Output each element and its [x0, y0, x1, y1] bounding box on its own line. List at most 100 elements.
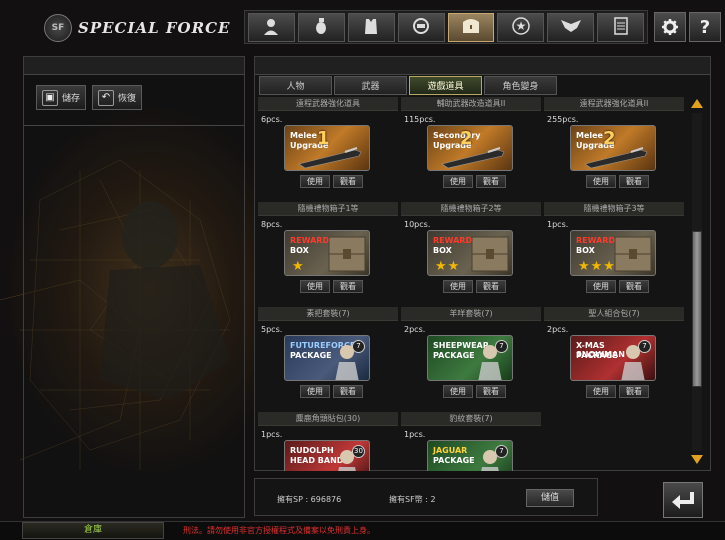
use-button[interactable]: 使用 [586, 385, 616, 398]
category-toolbar: ★ [244, 10, 648, 44]
divider [24, 125, 244, 126]
use-button[interactable]: 使用 [586, 280, 616, 293]
item-count: 5pcs. [261, 325, 283, 334]
item-image[interactable]: JAGUAR PACKAGE 7 [427, 440, 513, 471]
document-icon [612, 16, 630, 39]
inventory-item: 隨機禮物箱子1等 8pcs. REWARD BOX ★ 使用 觀看 [258, 202, 398, 306]
item-image[interactable]: REWARD BOX ★★★ [570, 230, 656, 276]
item-count: 1pcs. [547, 220, 569, 229]
weapon-icon [298, 147, 362, 169]
item-image[interactable]: Melee Upgrade 2 [570, 125, 656, 171]
settings-button[interactable] [654, 12, 686, 42]
item-count: 115pcs. [404, 115, 436, 124]
use-button[interactable]: 使用 [300, 175, 330, 188]
view-button[interactable]: 觀看 [476, 385, 506, 398]
toolbar-button-badge[interactable] [397, 13, 445, 42]
item-image[interactable]: Melee Upgrade 1 [284, 125, 370, 171]
grenade-icon [311, 16, 331, 39]
weapon-icon [441, 147, 505, 169]
view-button[interactable]: 觀看 [476, 280, 506, 293]
save-button[interactable]: ▣ 儲存 [36, 85, 87, 110]
item-title: 遠程武器強化道具II [544, 97, 684, 111]
tab-3[interactable]: 角色變身 [484, 76, 557, 95]
toolbar-button-soldier[interactable] [248, 13, 295, 42]
item-title: 輔助武器改造道具II [401, 97, 541, 111]
toolbar-button-chest[interactable] [447, 13, 495, 42]
character-icon [621, 345, 645, 380]
logo-text: SPECIAL FORCE [78, 19, 231, 37]
use-button[interactable]: 使用 [300, 280, 330, 293]
use-button[interactable]: 使用 [443, 385, 473, 398]
item-title: 豹紋套裝(7) [401, 412, 541, 426]
sf-coin-balance: 擁有SF幣 : 2 [389, 495, 436, 504]
inventory-tab[interactable]: 倉庫 [22, 522, 164, 539]
restore-button[interactable]: ↶ 恢復 [92, 85, 143, 110]
game-logo: SF SPECIAL FORCE [44, 13, 230, 43]
scroll-down-arrow-icon[interactable] [691, 455, 703, 464]
use-button[interactable]: 使用 [300, 385, 330, 398]
item-count: 1pcs. [404, 430, 426, 439]
scroll-thumb[interactable] [692, 231, 702, 387]
chest-icon [460, 16, 482, 39]
inventory-item: 豹紋套裝(7)1pcs.JAGUARPACKAGE7使用觀看 [401, 412, 541, 471]
view-button[interactable]: 觀看 [333, 385, 363, 398]
item-image[interactable]: X-MAS SNOWMAN PACKAGE 7 [570, 335, 656, 381]
item-image[interactable]: RUDOLPH HEAD BAND 30 [284, 440, 370, 471]
use-button[interactable]: 使用 [586, 175, 616, 188]
tab-0[interactable]: 人物 [259, 76, 332, 95]
item-image[interactable]: SHEEPWEAR PACKAGE 7 [427, 335, 513, 381]
top-up-button[interactable]: 儲值 [526, 489, 574, 507]
item-scrollbar[interactable] [689, 97, 705, 467]
character-icon [338, 450, 356, 471]
confirm-button[interactable] [663, 482, 703, 518]
item-image[interactable]: REWARD BOX ★★ [427, 230, 513, 276]
inventory-panel: 人物 武器 遊戲道具 角色變身 遠程武器強化道具 6pcs. Melee Upgrade 1 使… [254, 56, 711, 471]
inventory-item: 素把套裝(7) 5pcs. FUTUREFORCE PACKAGE 7 使用 觀看 [258, 307, 398, 411]
view-button[interactable]: 觀看 [333, 175, 363, 188]
scroll-up-arrow-icon[interactable] [691, 99, 703, 108]
use-button[interactable]: 使用 [443, 175, 473, 188]
toolbar-button-document[interactable] [597, 13, 644, 42]
item-title: 隨機禮物箱子3等 [544, 202, 684, 216]
toolbar-button-grenade[interactable] [297, 13, 345, 42]
view-button[interactable]: 觀看 [619, 280, 649, 293]
inventory-item: 遠程武器強化道具II 255pcs. Melee Upgrade 2 使用 觀看 [544, 97, 684, 201]
inventory-item: 隨機禮物箱子3等 1pcs. REWARD BOX ★★★ 使用 觀看 [544, 202, 684, 306]
preview-panel: ▣ 儲存 ↶ 恢復 [23, 56, 245, 518]
vest-icon [361, 16, 381, 39]
item-title: 素把套裝(7) [258, 307, 398, 321]
weapon-icon [584, 147, 648, 169]
view-button[interactable]: 觀看 [619, 385, 649, 398]
item-title: 隨機禮物箱子2等 [401, 202, 541, 216]
save-label: 儲存 [62, 94, 81, 104]
item-image[interactable]: FUTUREFORCE PACKAGE 7 [284, 335, 370, 381]
item-image[interactable]: Secondary Upgrade 2 [427, 125, 513, 171]
item-count: 10pcs. [404, 220, 431, 229]
floppy-icon: ▣ [42, 89, 58, 106]
item-image[interactable]: REWARD BOX ★ [284, 230, 370, 276]
rarity-stars: ★ [292, 259, 305, 274]
character-icon [335, 345, 359, 380]
toolbar-button-star[interactable]: ★ [497, 13, 545, 42]
toolbar-button-vest[interactable] [347, 13, 395, 42]
view-button[interactable]: 觀看 [333, 280, 363, 293]
preview-panel-header [24, 57, 244, 75]
use-button[interactable]: 使用 [443, 280, 473, 293]
inventory-item: 麋鹿角頭貼包(30)1pcs.RUDOLPHHEAD BAND30使用觀看 [258, 412, 398, 471]
svg-text:★: ★ [515, 19, 526, 33]
character-icon [481, 450, 499, 471]
help-button[interactable]: ? [689, 12, 721, 42]
tab-1[interactable]: 武器 [334, 76, 407, 95]
category-tabs: 人物 武器 遊戲道具 角色變身 [259, 76, 557, 95]
item-count: 2pcs. [547, 325, 569, 334]
view-button[interactable]: 觀看 [476, 175, 506, 188]
inventory-item: 聖人組合包(7) 2pcs. X-MAS SNOWMAN PACKAGE 7 使用 觀看 [544, 307, 684, 411]
item-title: 聖人組合包(7) [544, 307, 684, 321]
item-grid: 遠程武器強化道具 6pcs. Melee Upgrade 1 使用 觀看 輔助武器改造道具II… [255, 95, 687, 471]
toolbar-button-wings[interactable] [547, 13, 595, 42]
view-button[interactable]: 觀看 [619, 175, 649, 188]
item-count: 1pcs. [261, 430, 283, 439]
item-title: 羊咩套裝(7) [401, 307, 541, 321]
item-count: 6pcs. [261, 115, 283, 124]
tab-2[interactable]: 遊戲道具 [409, 76, 482, 95]
